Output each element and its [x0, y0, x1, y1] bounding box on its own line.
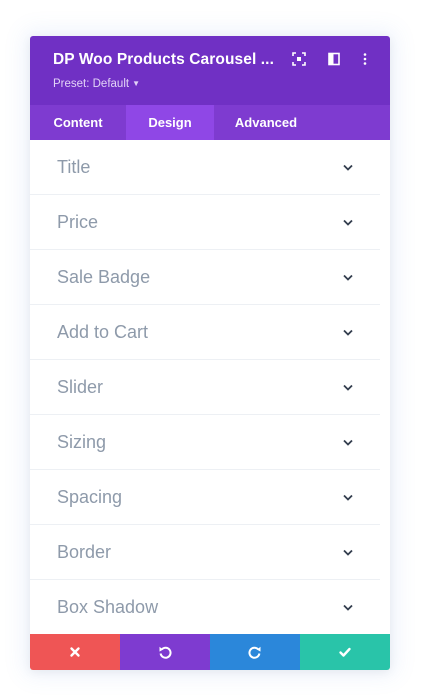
section-label: Sizing: [57, 432, 107, 452]
section-label: Border: [57, 542, 112, 562]
modal-footer: [30, 634, 390, 670]
section-label: Price: [57, 212, 99, 232]
save-button[interactable]: [300, 634, 390, 670]
caret-down-icon: ▼: [132, 79, 140, 88]
more-vertical-icon[interactable]: [362, 52, 378, 68]
section-sizing[interactable]: Sizing: [30, 415, 380, 470]
focus-icon[interactable]: [292, 52, 308, 68]
preset-selector[interactable]: Preset: Default ▼: [53, 78, 140, 90]
tab-design[interactable]: Design: [126, 105, 214, 140]
chevron-down-icon: [342, 163, 354, 172]
close-icon: [70, 647, 80, 657]
tab-bar: Content Design Advanced: [30, 105, 390, 140]
preset-label: Preset: Default: [53, 78, 130, 90]
section-label: Title: [57, 157, 91, 177]
section-border[interactable]: Border: [30, 525, 380, 580]
chevron-down-icon: [342, 603, 354, 612]
chevron-down-icon: [342, 493, 354, 502]
section-label: Spacing: [57, 487, 123, 507]
undo-icon: [159, 646, 172, 659]
tab-advanced[interactable]: Advanced: [214, 105, 318, 140]
settings-section-list: Title Price Sale Badge Add to Cart Slide…: [30, 140, 390, 634]
redo-button[interactable]: [210, 634, 300, 670]
cancel-button[interactable]: [30, 634, 120, 670]
section-price[interactable]: Price: [30, 195, 380, 250]
chevron-down-icon: [342, 383, 354, 392]
modal-title: DP Woo Products Carousel ...: [53, 51, 274, 68]
sidebar-layout-icon[interactable]: [328, 52, 344, 68]
section-spacing[interactable]: Spacing: [30, 470, 380, 525]
section-title[interactable]: Title: [30, 140, 380, 195]
module-settings-modal: DP Woo Products Carousel ... Preset: Def…: [30, 36, 390, 670]
section-label: Add to Cart: [57, 322, 149, 342]
section-slider[interactable]: Slider: [30, 360, 380, 415]
section-label: Slider: [57, 377, 104, 397]
check-icon: [339, 647, 351, 657]
section-add-to-cart[interactable]: Add to Cart: [30, 305, 380, 360]
tab-content[interactable]: Content: [30, 105, 126, 140]
chevron-down-icon: [342, 218, 354, 227]
chevron-down-icon: [342, 273, 354, 282]
section-sale-badge[interactable]: Sale Badge: [30, 250, 380, 305]
chevron-down-icon: [342, 328, 354, 337]
redo-icon: [248, 646, 261, 659]
chevron-down-icon: [342, 548, 354, 557]
chevron-down-icon: [342, 438, 354, 447]
undo-button[interactable]: [120, 634, 210, 670]
section-label: Box Shadow: [57, 597, 159, 617]
section-box-shadow[interactable]: Box Shadow: [30, 580, 380, 634]
section-label: Sale Badge: [57, 267, 151, 287]
modal-header[interactable]: DP Woo Products Carousel ... Preset: Def…: [30, 36, 390, 105]
